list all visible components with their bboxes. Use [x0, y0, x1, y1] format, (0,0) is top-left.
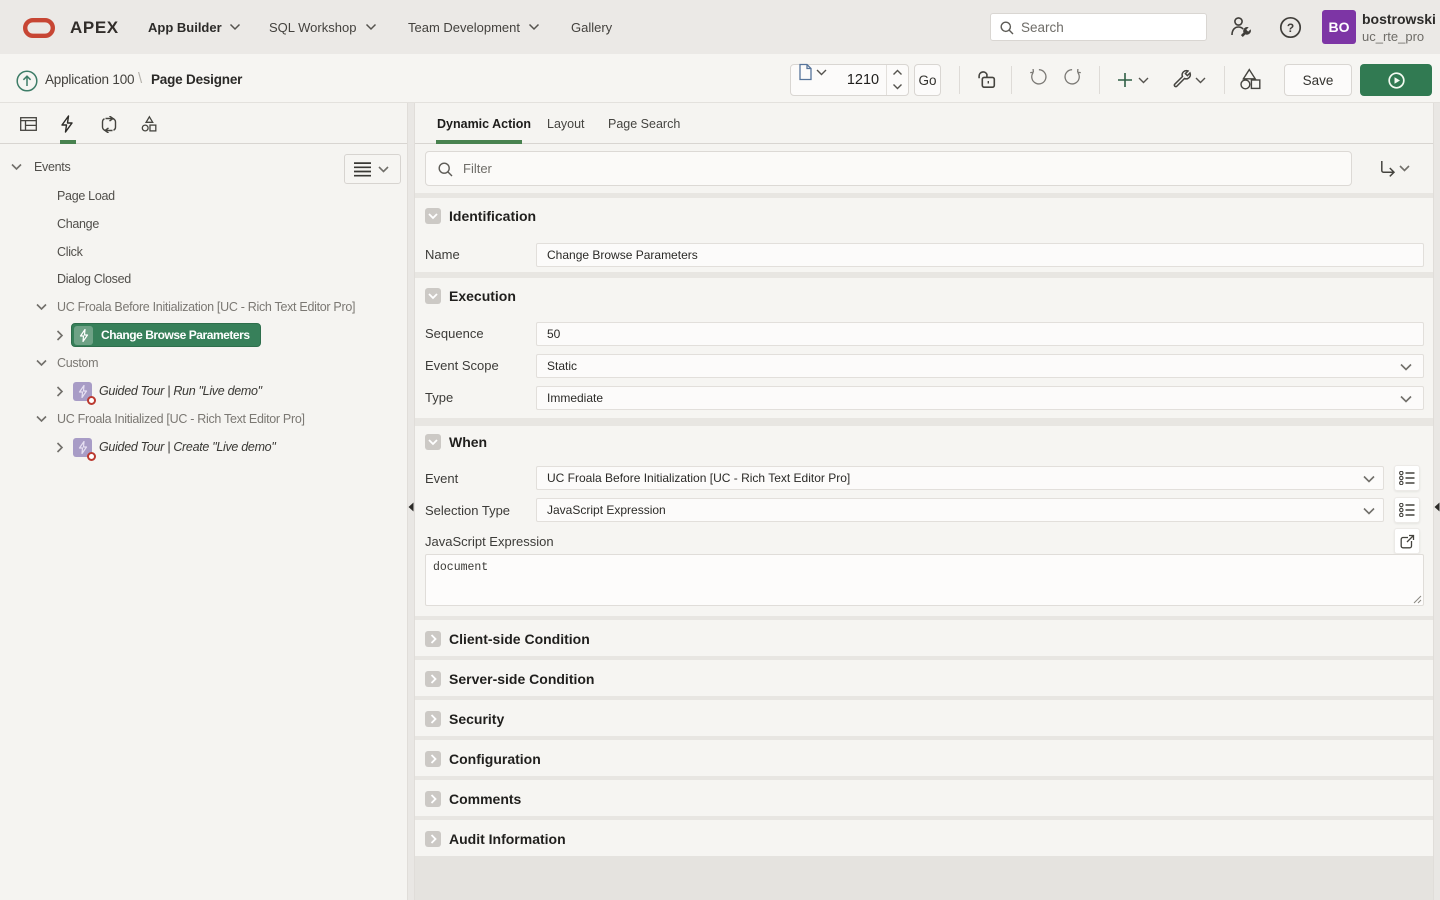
svg-text:?: ?	[1287, 21, 1294, 35]
